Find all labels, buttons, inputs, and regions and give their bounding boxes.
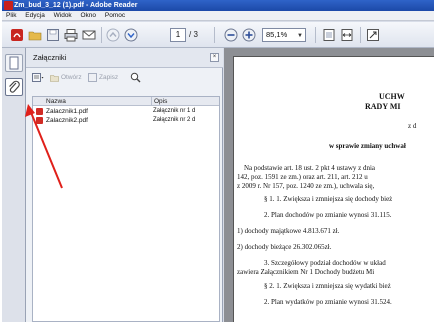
doc-line: 2. Plan dochodów po zmianie wynosi 31.11…	[264, 211, 392, 219]
page-number-input[interactable]: 1	[170, 28, 186, 42]
attachments-list-header: Nazwa Opis	[33, 97, 219, 106]
zoom-value: 85,1%	[266, 30, 288, 39]
attachment-description: Załącznik nr 2 d	[153, 117, 196, 123]
pdf-file-icon	[36, 117, 43, 124]
attachments-toolbar: Otwórz Zapisz	[26, 69, 223, 86]
paperclip-icon	[9, 80, 20, 93]
attachments-panel-title: Załączniki	[33, 53, 67, 62]
main-toolbar: 1 / 3 85,1% ▼	[2, 22, 434, 48]
attachment-name: Zalacznik2.pdf	[46, 117, 88, 124]
zoom-in-icon[interactable]	[242, 28, 256, 42]
toolbar-separator	[315, 27, 316, 43]
title-bar: Zm_bud_3_12 (1).pdf - Adobe Reader	[2, 0, 434, 11]
open-attachment-button[interactable]: Otwórz	[61, 69, 82, 86]
column-header-description[interactable]: Opis	[151, 97, 167, 106]
doc-line: z 2009 r. Nr 157, poz. 1240 ze zm.), uch…	[237, 182, 375, 190]
toolbar-separator	[214, 27, 215, 43]
open-attachment-icon	[50, 75, 59, 82]
document-page: UCHW RADY MI z d w sprawie zmiany uchwał…	[233, 56, 434, 322]
create-pdf-icon[interactable]	[10, 28, 24, 42]
previous-page-icon[interactable]	[106, 28, 120, 42]
doc-line: 1) dochody majątkowe 4.813.671 zł.	[237, 227, 340, 235]
menu-help[interactable]: Pomoc	[105, 11, 125, 21]
save-attachment-button[interactable]: Zapisz	[99, 69, 118, 86]
chevron-down-icon: ▼	[297, 33, 303, 39]
open-folder-icon[interactable]	[28, 28, 42, 42]
zoom-out-icon[interactable]	[224, 28, 238, 42]
column-header-name[interactable]: Nazwa	[46, 97, 66, 106]
attachments-list: Nazwa Opis Zalacznik1.pdf Załącznik nr 1…	[32, 96, 220, 322]
doc-line: Na podstawie art. 18 ust. 2 pkt 4 ustawy…	[244, 164, 376, 172]
menu-window[interactable]: Okno	[81, 11, 97, 21]
list-item[interactable]: Zalacznik2.pdf Załącznik nr 2 d	[33, 116, 219, 125]
expand-icon[interactable]	[366, 28, 380, 42]
menu-edit[interactable]: Edycja	[25, 11, 45, 21]
attachment-name: Zalacznik1.pdf	[46, 108, 88, 115]
pages-panel-button[interactable]	[5, 54, 23, 72]
save-attachment-icon	[88, 73, 97, 82]
attachment-description: Załącznik nr 1 d	[153, 108, 196, 114]
menu-bar: Plik Edycja Widok Okno Pomoc	[2, 11, 434, 21]
zoom-select[interactable]: 85,1% ▼	[262, 28, 306, 42]
attachments-panel: Załączniki × Otwórz Zapisz Nazwa Opis Za…	[26, 48, 223, 322]
doc-line: z d	[408, 122, 417, 130]
window-title: Zm_bud_3_12 (1).pdf - Adobe Reader	[14, 2, 138, 9]
document-viewport[interactable]: UCHW RADY MI z d w sprawie zmiany uchwał…	[224, 48, 434, 322]
toolbar-separator	[101, 27, 102, 43]
page-icon	[9, 56, 19, 70]
pdf-file-icon	[36, 108, 43, 115]
doc-line: w sprawie zmiany uchwał	[329, 142, 406, 150]
page-count: / 3	[189, 30, 198, 39]
fit-page-icon[interactable]	[322, 28, 336, 42]
doc-line: RADY MI	[365, 102, 401, 111]
menu-view[interactable]: Widok	[54, 11, 72, 21]
doc-line: 142, poz. 1591 ze zm.) oraz art. 211, ar…	[237, 173, 368, 181]
doc-line: 2) dochody bieżące 26.302.065zł.	[237, 243, 332, 251]
navigation-pane-rail	[2, 48, 26, 322]
doc-line: UCHW	[379, 92, 405, 101]
adobe-reader-window: Zm_bud_3_12 (1).pdf - Adobe Reader Plik …	[2, 0, 434, 322]
next-page-icon[interactable]	[124, 28, 138, 42]
options-menu-icon[interactable]	[32, 73, 44, 83]
menu-file[interactable]: Plik	[6, 11, 16, 21]
email-icon[interactable]	[82, 28, 96, 42]
doc-line: § 1. 1. Zwiększa i zmniejsza się dochody…	[264, 195, 393, 203]
attachments-panel-button[interactable]	[5, 78, 23, 96]
doc-line: § 2. 1. Zwiększa i zmniejsza się wydatki…	[264, 282, 391, 290]
doc-line: 2. Plan wydatków po zmianie wynosi 31.52…	[264, 298, 392, 306]
doc-line: zawiera Załącznikiem Nr 1 Dochody budżet…	[237, 268, 375, 276]
doc-line: 3. Szczegółowy podział dochodów w układ	[264, 259, 386, 267]
adobe-reader-app-icon	[4, 1, 13, 10]
search-icon[interactable]	[130, 72, 141, 83]
fit-width-icon[interactable]	[340, 28, 354, 42]
close-icon[interactable]: ×	[210, 53, 219, 62]
toolbar-separator	[360, 27, 361, 43]
print-icon[interactable]	[64, 28, 78, 42]
attachments-panel-header: Załączniki ×	[26, 48, 223, 68]
save-icon[interactable]	[46, 28, 60, 42]
list-item[interactable]: Zalacznik1.pdf Załącznik nr 1 d	[33, 107, 219, 116]
